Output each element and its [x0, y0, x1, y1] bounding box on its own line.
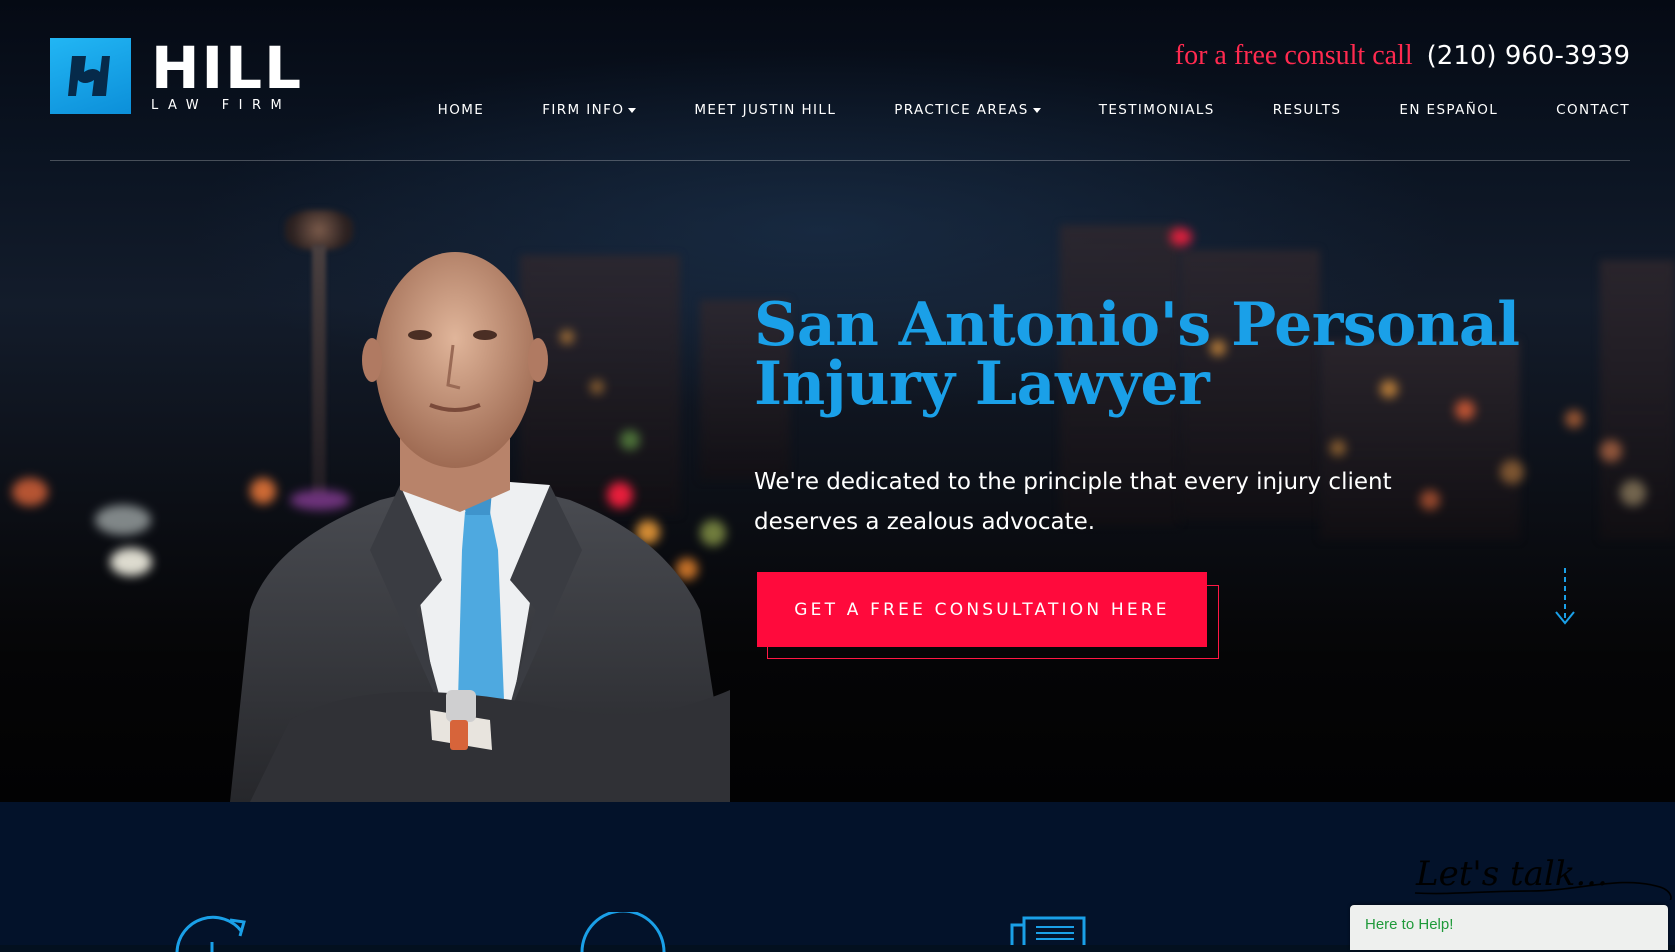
attorney-portrait: [230, 252, 730, 802]
main-nav: HOME FIRM INFO MEET JUSTIN HILL PRACTICE…: [438, 102, 1630, 118]
chat-widget-label: Here to Help!: [1365, 916, 1454, 933]
nav-practice-label: PRACTICE AREAS: [894, 102, 1029, 118]
hero-subtitle-line-1: We're dedicated to the principle that ev…: [754, 469, 1392, 495]
free-consultation-button[interactable]: GET A FREE CONSULTATION HERE: [757, 572, 1207, 647]
site-logo[interactable]: HILL LAW FIRM: [50, 38, 303, 114]
lets-talk-swoosh-icon: Let's talk...: [1414, 854, 1672, 901]
hero-title-line-2: Injury Lawyer: [754, 349, 1210, 419]
nav-firm-info[interactable]: FIRM INFO: [542, 102, 637, 118]
consult-call: for a free consult call (210) 960-3939: [1175, 40, 1630, 72]
circle-icon: [580, 912, 666, 952]
caret-down-icon: [1032, 107, 1041, 113]
nav-en-espanol[interactable]: EN ESPAÑOL: [1399, 102, 1498, 118]
chat-widget[interactable]: Here to Help!: [1350, 905, 1668, 950]
nav-espanol-label: EN ESPAÑOL: [1399, 102, 1499, 118]
hero-subtitle-line-2: deserves a zealous advocate.: [754, 509, 1096, 535]
hero-subtitle: We're dedicated to the principle that ev…: [754, 462, 1394, 542]
nav-home-label: HOME: [437, 102, 485, 118]
logo-mark-icon: [50, 38, 131, 114]
newspaper-icon: [1010, 916, 1086, 945]
nav-meet-justin-hill[interactable]: MEET JUSTIN HILL: [694, 102, 836, 118]
arrow-down-icon[interactable]: [1553, 568, 1577, 626]
lets-talk-text: Let's talk...: [1415, 854, 1608, 894]
hero-title-line-1: San Antonio's Personal: [754, 290, 1520, 360]
nav-contact[interactable]: CONTACT: [1556, 102, 1630, 118]
nav-home[interactable]: HOME: [438, 102, 485, 118]
nav-testimonials[interactable]: TESTIMONIALS: [1099, 102, 1215, 118]
nav-contact-label: CONTACT: [1556, 102, 1630, 118]
nav-testimonials-label: TESTIMONIALS: [1098, 102, 1215, 118]
call-label: for a free consult call: [1174, 40, 1413, 71]
logo-subtitle: LAW FIRM: [151, 97, 292, 113]
nav-results-label: RESULTS: [1272, 102, 1342, 118]
hero-section: HILL LAW FIRM for a free consult call (2…: [0, 0, 1675, 802]
nav-results[interactable]: RESULTS: [1273, 102, 1342, 118]
header-divider: [50, 160, 1630, 161]
phone-link[interactable]: (210) 960-3939: [1427, 41, 1630, 71]
caret-down-icon: [628, 107, 637, 113]
nav-practice-areas[interactable]: PRACTICE AREAS: [894, 102, 1041, 118]
clock-icon: [175, 915, 246, 952]
nav-meet-label: MEET JUSTIN HILL: [694, 102, 837, 118]
hero-title: San Antonio's Personal Injury Lawyer: [754, 290, 1534, 419]
nav-firm-info-label: FIRM INFO: [542, 102, 625, 118]
logo-name: HILL: [151, 33, 304, 102]
lets-talk-script: Let's talk...: [1410, 845, 1675, 905]
